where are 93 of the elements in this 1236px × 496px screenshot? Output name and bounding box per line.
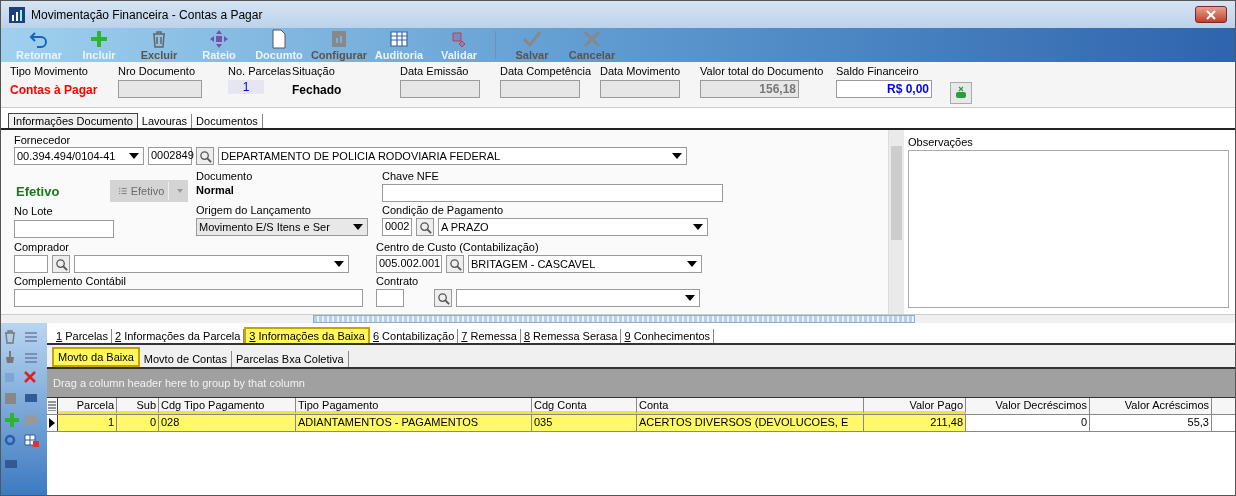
tab[interactable]: 3 Informações da Baixa — [244, 327, 370, 343]
date-field[interactable] — [600, 80, 680, 98]
plus-icon — [89, 29, 109, 49]
field-label: Complemento Contábil — [14, 275, 127, 287]
group-hint: Drag a column header here to group by that column — [53, 377, 305, 389]
field-label: Condição de Pagamento — [382, 204, 505, 216]
balance-field[interactable]: R$ 0,00 — [836, 80, 932, 98]
tab[interactable]: Parcelas Bxa Coletiva — [232, 351, 349, 367]
list-icon — [119, 186, 127, 196]
buyer-code-field[interactable] — [14, 255, 48, 273]
tab[interactable]: 1 Parcelas — [53, 329, 112, 343]
document-number-field[interactable] — [118, 80, 202, 98]
field-label: Data Competência — [500, 65, 593, 77]
field-label: Data Movimento — [600, 65, 682, 77]
cost-center-code-field[interactable]: 005.002.001 — [376, 255, 442, 273]
table-cell: 0 — [966, 415, 1090, 431]
field-label: Observações — [908, 136, 974, 148]
accounting-complement-field[interactable] — [14, 289, 363, 307]
tab[interactable]: 9 Conhecimentos — [621, 329, 715, 343]
payment-condition-combo[interactable]: A PRAZO — [438, 218, 708, 236]
field-label: Data Emissão — [400, 65, 470, 77]
field-label: Fornecedor — [14, 134, 72, 146]
table-cell: 55,3 — [1090, 415, 1212, 431]
movement-type: Contas à Pagar — [10, 83, 99, 97]
table-cell: 211,48 — [864, 415, 966, 431]
window-title: Movimentação Financeira - Contas a Pagar — [31, 7, 264, 22]
origin-combo[interactable]: Movimento E/S Itens e Ser — [196, 218, 368, 236]
close-button[interactable] — [1195, 6, 1227, 23]
column-header[interactable]: Valor Acréscimos — [1090, 398, 1212, 414]
tab[interactable]: 8 Remessa Serasa — [520, 329, 622, 343]
table-cell: 1 — [58, 415, 117, 431]
tab[interactable]: 6 Contabilização — [369, 329, 459, 343]
installments-field[interactable]: 1 — [228, 80, 264, 94]
field-label: Origem do Lançamento — [196, 204, 312, 216]
tab[interactable]: Movto de Contas — [139, 351, 232, 367]
search-button[interactable] — [196, 147, 214, 165]
date-field[interactable] — [400, 80, 480, 98]
field-label: Contrato — [376, 275, 420, 287]
supplier-code-field[interactable]: 0002849 — [148, 147, 192, 165]
field-label: Tipo Movimento — [10, 65, 89, 77]
splitter[interactable] — [313, 315, 915, 323]
tab[interactable]: Movto da Baixa — [52, 347, 140, 367]
close-icon — [1206, 9, 1216, 20]
buyer-combo[interactable] — [74, 255, 349, 273]
vertical-scrollbar[interactable] — [888, 130, 904, 314]
tab[interactable]: Informações Documento — [8, 113, 138, 128]
spreadsheet-icon — [954, 86, 968, 100]
field-label: Comprador — [14, 241, 71, 253]
cross-icon — [582, 29, 602, 49]
contract-combo[interactable] — [456, 289, 700, 307]
total-value-field[interactable]: 156,18 — [700, 80, 799, 98]
status-label: Efetivo — [16, 183, 60, 199]
field-label: Situação — [292, 65, 336, 77]
date-field[interactable] — [500, 80, 580, 98]
field-label: Saldo Financeiro — [836, 65, 920, 77]
cost-center-combo[interactable]: BRITAGEM - CASCAVEL — [468, 255, 702, 273]
search-button[interactable] — [416, 218, 434, 236]
field-label: No. Parcelas — [228, 65, 292, 77]
supplier-name-combo[interactable]: DEPARTAMENTO DE POLICIA RODOVIARIA FEDERAL — [218, 147, 687, 165]
payment-code-field[interactable]: 0002 — [382, 218, 412, 236]
field-label: Chave NFE — [382, 170, 440, 182]
checkmark-icon — [522, 29, 542, 49]
move-arrows-icon — [209, 29, 229, 49]
app-icon — [9, 6, 25, 23]
search-button[interactable] — [446, 255, 464, 273]
tab[interactable]: 7 Remessa — [458, 329, 521, 343]
status-value: Fechado — [292, 83, 343, 97]
table-cell: 0 — [117, 415, 159, 431]
table-cell: 028 — [159, 415, 296, 431]
table-cell: 035 — [532, 415, 637, 431]
search-button[interactable] — [52, 255, 70, 273]
chart-icon — [329, 29, 349, 49]
back-arrow-icon — [29, 29, 49, 49]
batch-field[interactable] — [14, 220, 114, 238]
nfe-key-field[interactable] — [382, 184, 723, 202]
tab[interactable]: Documentos — [192, 114, 263, 128]
contract-field[interactable] — [376, 289, 404, 307]
field-label: Valor total do Documento — [700, 65, 825, 77]
supplier-id-combo[interactable]: 00.394.494/0104-41 — [14, 147, 144, 165]
tab[interactable]: Lavouras — [137, 114, 193, 128]
table-icon — [389, 29, 409, 49]
search-button[interactable] — [434, 289, 452, 307]
field-label: Nro Documento — [118, 65, 197, 77]
column-chooser-icon[interactable] — [47, 398, 58, 414]
field-label: No Lote — [14, 205, 54, 217]
table-cell: ADIANTAMENTOS - PAGAMENTOS — [296, 415, 532, 431]
field-label: Documento — [196, 170, 254, 182]
table-cell: ACERTOS DIVERSOS (DEVOLUCOES, E — [637, 415, 864, 431]
column-header[interactable]: Valor Decréscimos — [966, 398, 1090, 414]
document-type: Normal — [196, 184, 235, 196]
excel-button[interactable] — [950, 82, 972, 104]
field-label: Centro de Custo (Contabilização) — [376, 241, 540, 253]
notes-field[interactable] — [908, 150, 1229, 308]
